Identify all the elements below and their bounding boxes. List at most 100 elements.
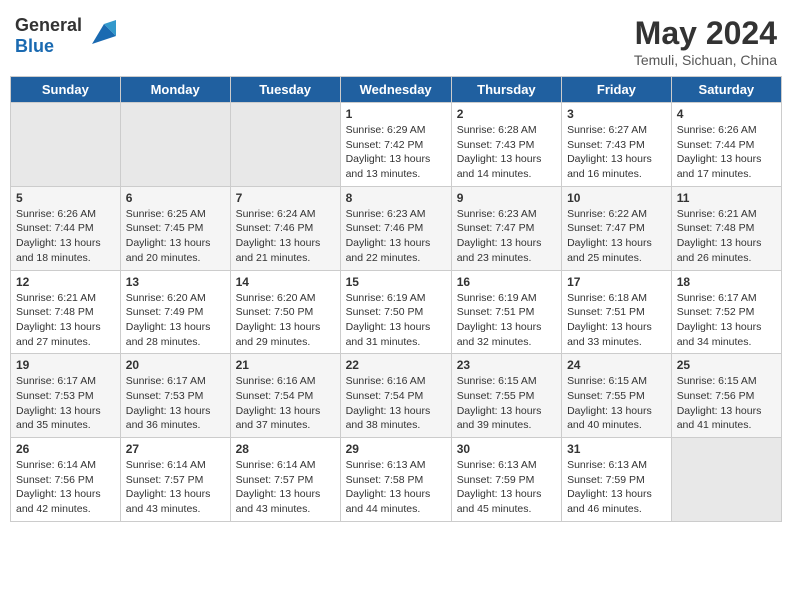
day-info: Sunrise: 6:20 AMSunset: 7:50 PMDaylight:… — [236, 291, 335, 350]
day-number: 27 — [126, 442, 225, 456]
calendar-cell — [230, 103, 340, 187]
calendar-cell: 6 Sunrise: 6:25 AMSunset: 7:45 PMDaylight… — [120, 186, 230, 270]
day-number: 16 — [457, 275, 556, 289]
header-wednesday: Wednesday — [340, 77, 451, 103]
calendar-cell — [11, 103, 121, 187]
day-info: Sunrise: 6:21 AMSunset: 7:48 PMDaylight:… — [677, 207, 776, 266]
day-info: Sunrise: 6:20 AMSunset: 7:49 PMDaylight:… — [126, 291, 225, 350]
calendar-cell: 30 Sunrise: 6:13 AMSunset: 7:59 PMDayligh… — [451, 438, 561, 522]
header-row: SundayMondayTuesdayWednesdayThursdayFrid… — [11, 77, 782, 103]
day-number: 13 — [126, 275, 225, 289]
day-info: Sunrise: 6:26 AMSunset: 7:44 PMDaylight:… — [677, 123, 776, 182]
calendar-cell: 9Sunrise: 6:23 AMSunset: 7:47 PMDaylight… — [451, 186, 561, 270]
calendar-cell: 11 Sunrise: 6:21 AMSunset: 7:48 PMDayligh… — [671, 186, 781, 270]
day-number: 5 — [16, 191, 115, 205]
header-saturday: Saturday — [671, 77, 781, 103]
day-info: Sunrise: 6:16 AMSunset: 7:54 PMDaylight:… — [346, 374, 446, 433]
week-row-3: 12 Sunrise: 6:21 AMSunset: 7:48 PMDayligh… — [11, 270, 782, 354]
calendar-cell: 10 Sunrise: 6:22 AMSunset: 7:47 PMDayligh… — [562, 186, 672, 270]
header-monday: Monday — [120, 77, 230, 103]
day-number: 26 — [16, 442, 115, 456]
day-info: Sunrise: 6:19 AMSunset: 7:51 PMDaylight:… — [457, 291, 556, 350]
day-number: 7 — [236, 191, 335, 205]
day-info: Sunrise: 6:28 AMSunset: 7:43 PMDaylight:… — [457, 123, 556, 182]
day-info: Sunrise: 6:14 AMSunset: 7:56 PMDaylight:… — [16, 458, 115, 517]
day-number: 1 — [346, 107, 446, 121]
day-number: 8 — [346, 191, 446, 205]
day-info: Sunrise: 6:16 AMSunset: 7:54 PMDaylight:… — [236, 374, 335, 433]
logo-blue: Blue — [15, 36, 54, 56]
calendar-cell: 5 Sunrise: 6:26 AMSunset: 7:44 PMDaylight… — [11, 186, 121, 270]
day-info: Sunrise: 6:29 AMSunset: 7:42 PMDaylight:… — [346, 123, 446, 182]
day-info: Sunrise: 6:14 AMSunset: 7:57 PMDaylight:… — [126, 458, 225, 517]
day-info: Sunrise: 6:21 AMSunset: 7:48 PMDaylight:… — [16, 291, 115, 350]
calendar-cell: 8 Sunrise: 6:23 AMSunset: 7:46 PMDaylight… — [340, 186, 451, 270]
day-number: 15 — [346, 275, 446, 289]
day-info: Sunrise: 6:23 AMSunset: 7:47 PMDaylight:… — [457, 207, 556, 266]
day-number: 21 — [236, 358, 335, 372]
day-number: 10 — [567, 191, 666, 205]
calendar-cell: 12 Sunrise: 6:21 AMSunset: 7:48 PMDayligh… — [11, 270, 121, 354]
day-number: 28 — [236, 442, 335, 456]
day-number: 11 — [677, 191, 776, 205]
day-info: Sunrise: 6:18 AMSunset: 7:51 PMDaylight:… — [567, 291, 666, 350]
main-title: May 2024 — [634, 15, 777, 52]
day-number: 22 — [346, 358, 446, 372]
day-number: 19 — [16, 358, 115, 372]
calendar-cell: 16 Sunrise: 6:19 AMSunset: 7:51 PMDayligh… — [451, 270, 561, 354]
header-friday: Friday — [562, 77, 672, 103]
day-number: 20 — [126, 358, 225, 372]
logo-text: General Blue — [15, 15, 82, 57]
logo: General Blue — [15, 15, 116, 57]
day-number: 29 — [346, 442, 446, 456]
day-info: Sunrise: 6:22 AMSunset: 7:47 PMDaylight:… — [567, 207, 666, 266]
header-sunday: Sunday — [11, 77, 121, 103]
day-info: Sunrise: 6:14 AMSunset: 7:57 PMDaylight:… — [236, 458, 335, 517]
day-number: 23 — [457, 358, 556, 372]
day-number: 2 — [457, 107, 556, 121]
calendar-cell: 28 Sunrise: 6:14 AMSunset: 7:57 PMDayligh… — [230, 438, 340, 522]
calendar-cell: 29 Sunrise: 6:13 AMSunset: 7:58 PMDayligh… — [340, 438, 451, 522]
calendar-cell: 2 Sunrise: 6:28 AMSunset: 7:43 PMDaylight… — [451, 103, 561, 187]
day-info: Sunrise: 6:23 AMSunset: 7:46 PMDaylight:… — [346, 207, 446, 266]
week-row-5: 26 Sunrise: 6:14 AMSunset: 7:56 PMDayligh… — [11, 438, 782, 522]
day-number: 6 — [126, 191, 225, 205]
calendar-cell: 14Sunrise: 6:20 AMSunset: 7:50 PMDayligh… — [230, 270, 340, 354]
calendar-cell: 15 Sunrise: 6:19 AMSunset: 7:50 PMDayligh… — [340, 270, 451, 354]
calendar-cell — [120, 103, 230, 187]
calendar-cell: 31 Sunrise: 6:13 AMSunset: 7:59 PMDayligh… — [562, 438, 672, 522]
day-info: Sunrise: 6:13 AMSunset: 7:59 PMDaylight:… — [567, 458, 666, 517]
calendar-cell: 17 Sunrise: 6:18 AMSunset: 7:51 PMDayligh… — [562, 270, 672, 354]
header-thursday: Thursday — [451, 77, 561, 103]
calendar-cell: 27 Sunrise: 6:14 AMSunset: 7:57 PMDayligh… — [120, 438, 230, 522]
day-number: 31 — [567, 442, 666, 456]
day-info: Sunrise: 6:15 AMSunset: 7:55 PMDaylight:… — [567, 374, 666, 433]
calendar-cell: 26 Sunrise: 6:14 AMSunset: 7:56 PMDayligh… — [11, 438, 121, 522]
day-info: Sunrise: 6:19 AMSunset: 7:50 PMDaylight:… — [346, 291, 446, 350]
calendar-cell: 23Sunrise: 6:15 AMSunset: 7:55 PMDayligh… — [451, 354, 561, 438]
day-info: Sunrise: 6:17 AMSunset: 7:53 PMDaylight:… — [16, 374, 115, 433]
day-info: Sunrise: 6:26 AMSunset: 7:44 PMDaylight:… — [16, 207, 115, 266]
header-tuesday: Tuesday — [230, 77, 340, 103]
day-info: Sunrise: 6:13 AMSunset: 7:58 PMDaylight:… — [346, 458, 446, 517]
subtitle: Temuli, Sichuan, China — [634, 52, 777, 68]
calendar-cell: 1 Sunrise: 6:29 AMSunset: 7:42 PMDaylight… — [340, 103, 451, 187]
calendar-cell: 24 Sunrise: 6:15 AMSunset: 7:55 PMDayligh… — [562, 354, 672, 438]
day-info: Sunrise: 6:15 AMSunset: 7:56 PMDaylight:… — [677, 374, 776, 433]
day-number: 3 — [567, 107, 666, 121]
logo-general: General — [15, 15, 82, 35]
page-header: General Blue May 2024 Temuli, Sichuan, C… — [10, 10, 782, 68]
day-info: Sunrise: 6:13 AMSunset: 7:59 PMDaylight:… — [457, 458, 556, 517]
calendar-cell: 7Sunrise: 6:24 AMSunset: 7:46 PMDaylight… — [230, 186, 340, 270]
calendar-cell: 4Sunrise: 6:26 AMSunset: 7:44 PMDaylight… — [671, 103, 781, 187]
calendar-cell: 13 Sunrise: 6:20 AMSunset: 7:49 PMDayligh… — [120, 270, 230, 354]
day-info: Sunrise: 6:25 AMSunset: 7:45 PMDaylight:… — [126, 207, 225, 266]
calendar-cell: 19 Sunrise: 6:17 AMSunset: 7:53 PMDayligh… — [11, 354, 121, 438]
day-number: 30 — [457, 442, 556, 456]
day-info: Sunrise: 6:27 AMSunset: 7:43 PMDaylight:… — [567, 123, 666, 182]
day-number: 17 — [567, 275, 666, 289]
calendar-table: SundayMondayTuesdayWednesdayThursdayFrid… — [10, 76, 782, 522]
day-number: 24 — [567, 358, 666, 372]
week-row-2: 5 Sunrise: 6:26 AMSunset: 7:44 PMDaylight… — [11, 186, 782, 270]
day-number: 12 — [16, 275, 115, 289]
